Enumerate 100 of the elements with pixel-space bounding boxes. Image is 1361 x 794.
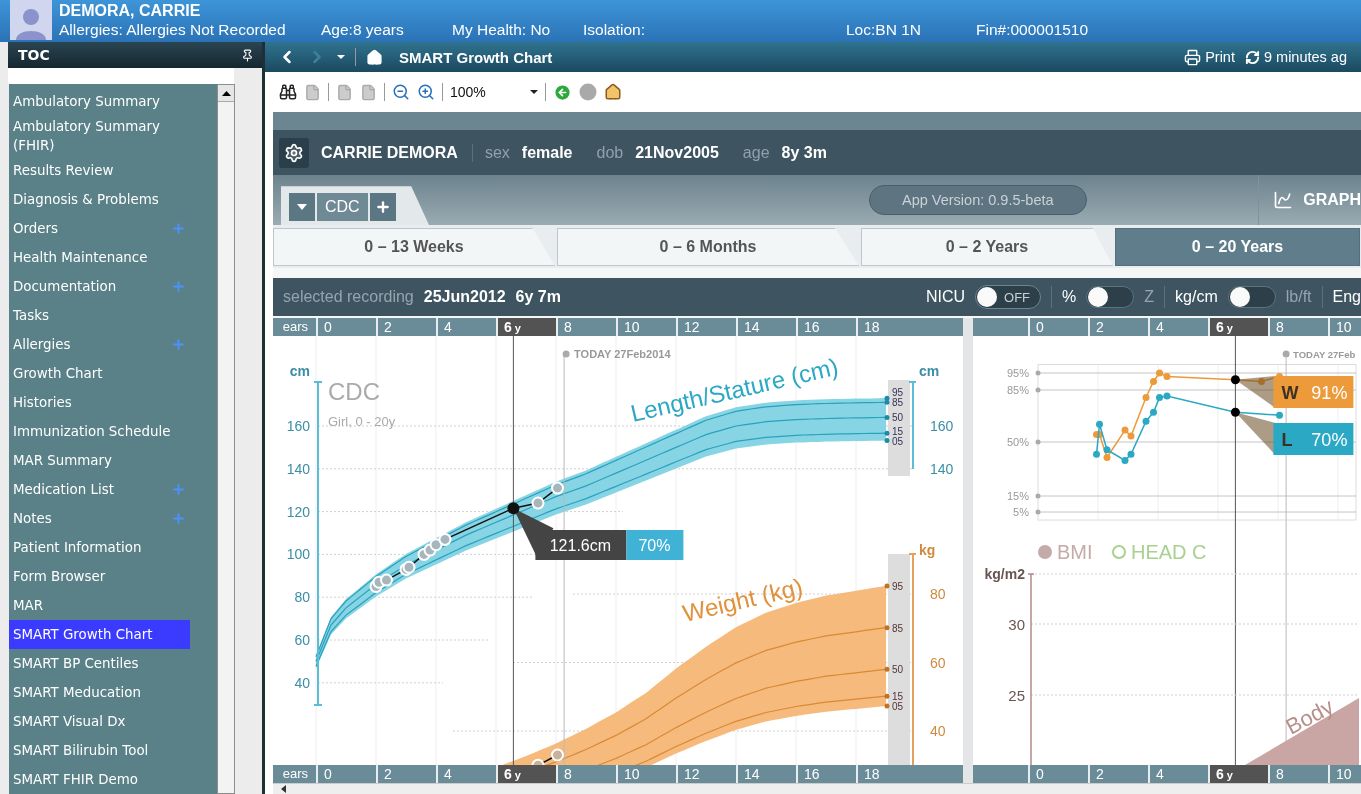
scrollbar[interactable]: [217, 84, 235, 794]
toc-item[interactable]: Diagnosis & Problems: [9, 185, 190, 214]
percentile-dot: [884, 438, 890, 444]
toc-item[interactable]: Notes: [9, 504, 190, 533]
zoom-out-icon[interactable]: [392, 83, 410, 101]
nicu-switch[interactable]: OFF: [975, 285, 1042, 309]
tick-dot: [1035, 439, 1041, 445]
percentile-label: 85: [892, 397, 904, 409]
zoom-select[interactable]: 100%: [450, 84, 538, 100]
percentile-dot: [884, 430, 890, 436]
field-value: 21Nov2005: [635, 143, 719, 162]
scroll-up-icon[interactable]: [221, 90, 231, 96]
toc-item[interactable]: Ambulatory Summary: [9, 87, 190, 116]
avatar-icon: [10, 0, 52, 40]
toc-item[interactable]: Results Review: [9, 156, 190, 185]
toc-item[interactable]: Immunization Schedule: [9, 417, 190, 446]
patient-name: CARRIE DEMORA: [321, 143, 473, 162]
toc-item[interactable]: Patient Information: [9, 533, 190, 562]
data-point: [1093, 450, 1100, 458]
range-tab[interactable]: 0 – 13 Weeks: [273, 228, 555, 266]
toc-item[interactable]: Allergies: [9, 330, 190, 359]
toc-item[interactable]: SMART Growth Chart: [9, 620, 190, 649]
measurement-point: [429, 538, 443, 552]
settings-button[interactable]: [279, 137, 309, 168]
toc-item[interactable]: Documentation: [9, 272, 190, 301]
chart-type-label[interactable]: CDC: [317, 193, 368, 221]
tick-label: 80: [930, 586, 946, 602]
print-link[interactable]: Print: [1205, 49, 1235, 65]
chart-subtitle: Girl, 0 - 20y: [328, 414, 396, 429]
toc-item[interactable]: SMART Meducation: [9, 678, 190, 707]
tooltip-percentile-box: [626, 530, 684, 560]
toc-item[interactable]: Health Maintenance: [9, 243, 190, 272]
toc-item[interactable]: SMART Bilirubin Tool: [9, 736, 190, 765]
percentile-label: 05: [892, 701, 904, 713]
chart-icon[interactable]: [1273, 190, 1294, 210]
tick-label: 50%: [1006, 436, 1029, 448]
axis-tick: 6 y: [496, 318, 556, 336]
zoom-in-icon[interactable]: [417, 83, 435, 101]
tick-dot: [1035, 493, 1041, 499]
banner-field: Fin#:000001510: [976, 21, 1126, 39]
bmi-title: Body: [1281, 693, 1338, 740]
toggle-label: kg/cm: [1175, 288, 1218, 306]
caret-icon[interactable]: [337, 55, 345, 59]
tick-label: 100: [286, 546, 310, 563]
toc-title: TOC: [18, 47, 50, 63]
weight-title: Weight (kg): [680, 573, 806, 627]
toc-item[interactable]: Growth Chart: [9, 359, 190, 388]
toc-item[interactable]: Medication List: [9, 475, 190, 504]
axis-tick: 0: [316, 318, 376, 336]
plus-icon[interactable]: [374, 199, 391, 215]
recording-label: selected recording: [283, 288, 414, 306]
range-tab[interactable]: 0 – 6 Months: [557, 228, 859, 266]
unit-label: cm: [289, 363, 310, 379]
callout-value: 91%: [1311, 383, 1348, 403]
add-button[interactable]: [369, 193, 396, 221]
unit-switch[interactable]: [1086, 286, 1135, 308]
toc-item[interactable]: SMART Visual Dx: [9, 707, 190, 736]
toc-item[interactable]: Ambulatory Summary (FHIR): [9, 116, 190, 156]
toc-item[interactable]: Form Browser: [9, 562, 190, 591]
home-icon[interactable]: [604, 83, 622, 101]
toc-item[interactable]: SMART FHIR Demo: [9, 765, 190, 794]
tick-label: 5%: [1013, 506, 1029, 518]
toc-item[interactable]: Tasks: [9, 301, 190, 330]
printer-icon[interactable]: [1184, 48, 1202, 66]
tick-label: 30: [1008, 616, 1025, 633]
data-point: [1142, 393, 1150, 401]
axis-tick: 8: [556, 318, 616, 336]
range-tab[interactable]: 0 – 2 Years: [861, 228, 1113, 266]
axis-tick: 10: [616, 318, 676, 336]
caret-icon[interactable]: [297, 204, 307, 210]
binoculars-icon[interactable]: [279, 83, 297, 101]
toc-item[interactable]: Histories: [9, 388, 190, 417]
field-value: 8y 3m: [781, 143, 827, 162]
measurement-point: [380, 573, 393, 587]
tick-dot: [1035, 370, 1041, 376]
scroll-left-icon[interactable]: [281, 785, 286, 793]
language-label[interactable]: Eng: [1332, 288, 1361, 306]
today-marker-icon: [562, 350, 570, 358]
axis-tick: 16: [796, 318, 856, 336]
tick-label: 95%: [1006, 367, 1029, 379]
axis-tick: 2: [376, 318, 436, 336]
toc-item[interactable]: MAR: [9, 591, 190, 620]
axis-tick: 0: [1028, 318, 1088, 336]
pin-icon[interactable]: [241, 48, 254, 62]
tooltip-percentile: 70%: [638, 537, 671, 554]
banner-field: Age:8 years: [321, 21, 452, 39]
refresh-icon[interactable]: [1244, 49, 1260, 65]
toc-filter-field[interactable]: [8, 68, 234, 84]
range-tab[interactable]: 0 – 20 Years: [1115, 228, 1360, 266]
percentile-label: 15: [892, 425, 904, 437]
data-point: [1276, 411, 1283, 419]
percentile-dot: [884, 414, 890, 420]
toc-item[interactable]: Orders: [9, 214, 190, 243]
axis-tick: 6 y: [1208, 765, 1268, 783]
dropdown-button[interactable]: [289, 193, 315, 221]
toc-item[interactable]: MAR Summary: [9, 446, 190, 475]
recording-age: 6y 7m: [515, 288, 561, 306]
tick-label: 25: [1008, 687, 1025, 704]
toc-item[interactable]: SMART BP Centiles: [9, 649, 190, 678]
unit-switch[interactable]: [1227, 286, 1276, 308]
